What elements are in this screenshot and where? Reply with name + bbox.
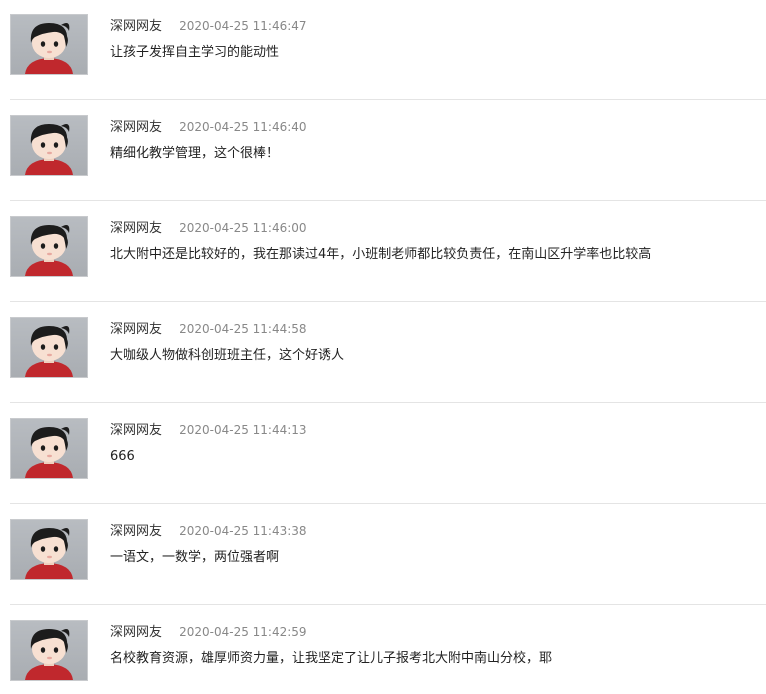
- comment-item: 深网网友 2020-04-25 11:43:38 一语文，一数学，两位强者啊: [0, 505, 766, 606]
- comment-meta: 深网网友 2020-04-25 11:44:13: [110, 420, 307, 438]
- comment-time: 2020-04-25 11:43:38: [179, 524, 307, 538]
- comment-text: 666: [110, 449, 135, 464]
- comment-meta: 深网网友 2020-04-25 11:44:58: [110, 319, 307, 337]
- comment-time: 2020-04-25 11:46:40: [179, 120, 307, 134]
- comment-meta: 深网网友 2020-04-25 11:46:47: [110, 16, 307, 34]
- comment-author[interactable]: 深网网友: [110, 221, 162, 236]
- cartoon-boy-avatar-icon[interactable]: [10, 317, 88, 378]
- comment-author[interactable]: 深网网友: [110, 120, 162, 135]
- comment-item: 深网网友 2020-04-25 11:46:47 让孩子发挥自主学习的能动性: [0, 0, 766, 101]
- cartoon-boy-avatar-icon[interactable]: [10, 519, 88, 580]
- comment-list: 深网网友 2020-04-25 11:46:47 让孩子发挥自主学习的能动性 深…: [0, 0, 766, 694]
- comment-time: 2020-04-25 11:44:13: [179, 423, 307, 437]
- cartoon-boy-avatar-icon[interactable]: [10, 216, 88, 277]
- cartoon-boy-avatar-icon[interactable]: [10, 620, 88, 681]
- comment-author[interactable]: 深网网友: [110, 524, 162, 539]
- comment-text: 北大附中还是比较好的，我在那读过4年，小班制老师都比较负责任，在南山区升学率也比…: [110, 247, 652, 262]
- comment-time: 2020-04-25 11:46:00: [179, 221, 307, 235]
- comment-time: 2020-04-25 11:44:58: [179, 322, 307, 336]
- comment-author[interactable]: 深网网友: [110, 322, 162, 337]
- comment-author[interactable]: 深网网友: [110, 625, 162, 640]
- cartoon-boy-avatar-icon[interactable]: [10, 14, 88, 75]
- comment-meta: 深网网友 2020-04-25 11:43:38: [110, 521, 307, 539]
- comment-item: 深网网友 2020-04-25 11:42:59 名校教育资源，雄厚师资力量，让…: [0, 606, 766, 694]
- comment-meta: 深网网友 2020-04-25 11:46:00: [110, 218, 307, 236]
- cartoon-boy-avatar-icon[interactable]: [10, 115, 88, 176]
- comment-text: 名校教育资源，雄厚师资力量，让我坚定了让儿子报考北大附中南山分校，耶: [110, 651, 553, 666]
- comment-meta: 深网网友 2020-04-25 11:46:40: [110, 117, 307, 135]
- comment-text: 让孩子发挥自主学习的能动性: [110, 45, 280, 60]
- comment-item: 深网网友 2020-04-25 11:46:40 精细化教学管理，这个很棒！: [0, 101, 766, 202]
- comment-text: 大咖级人物做科创班班主任，这个好诱人: [110, 348, 345, 363]
- comment-item: 深网网友 2020-04-25 11:46:00 北大附中还是比较好的，我在那读…: [0, 202, 766, 303]
- comment-meta: 深网网友 2020-04-25 11:42:59: [110, 622, 307, 640]
- comment-time: 2020-04-25 11:42:59: [179, 625, 307, 639]
- comment-item: 深网网友 2020-04-25 11:44:58 大咖级人物做科创班班主任，这个…: [0, 303, 766, 404]
- comment-author[interactable]: 深网网友: [110, 19, 162, 34]
- comment-time: 2020-04-25 11:46:47: [179, 19, 307, 33]
- comment-item: 深网网友 2020-04-25 11:44:13 666: [0, 404, 766, 505]
- comment-text: 一语文，一数学，两位强者啊: [110, 550, 280, 565]
- cartoon-boy-avatar-icon[interactable]: [10, 418, 88, 479]
- comment-author[interactable]: 深网网友: [110, 423, 162, 438]
- comment-text: 精细化教学管理，这个很棒！: [110, 146, 280, 161]
